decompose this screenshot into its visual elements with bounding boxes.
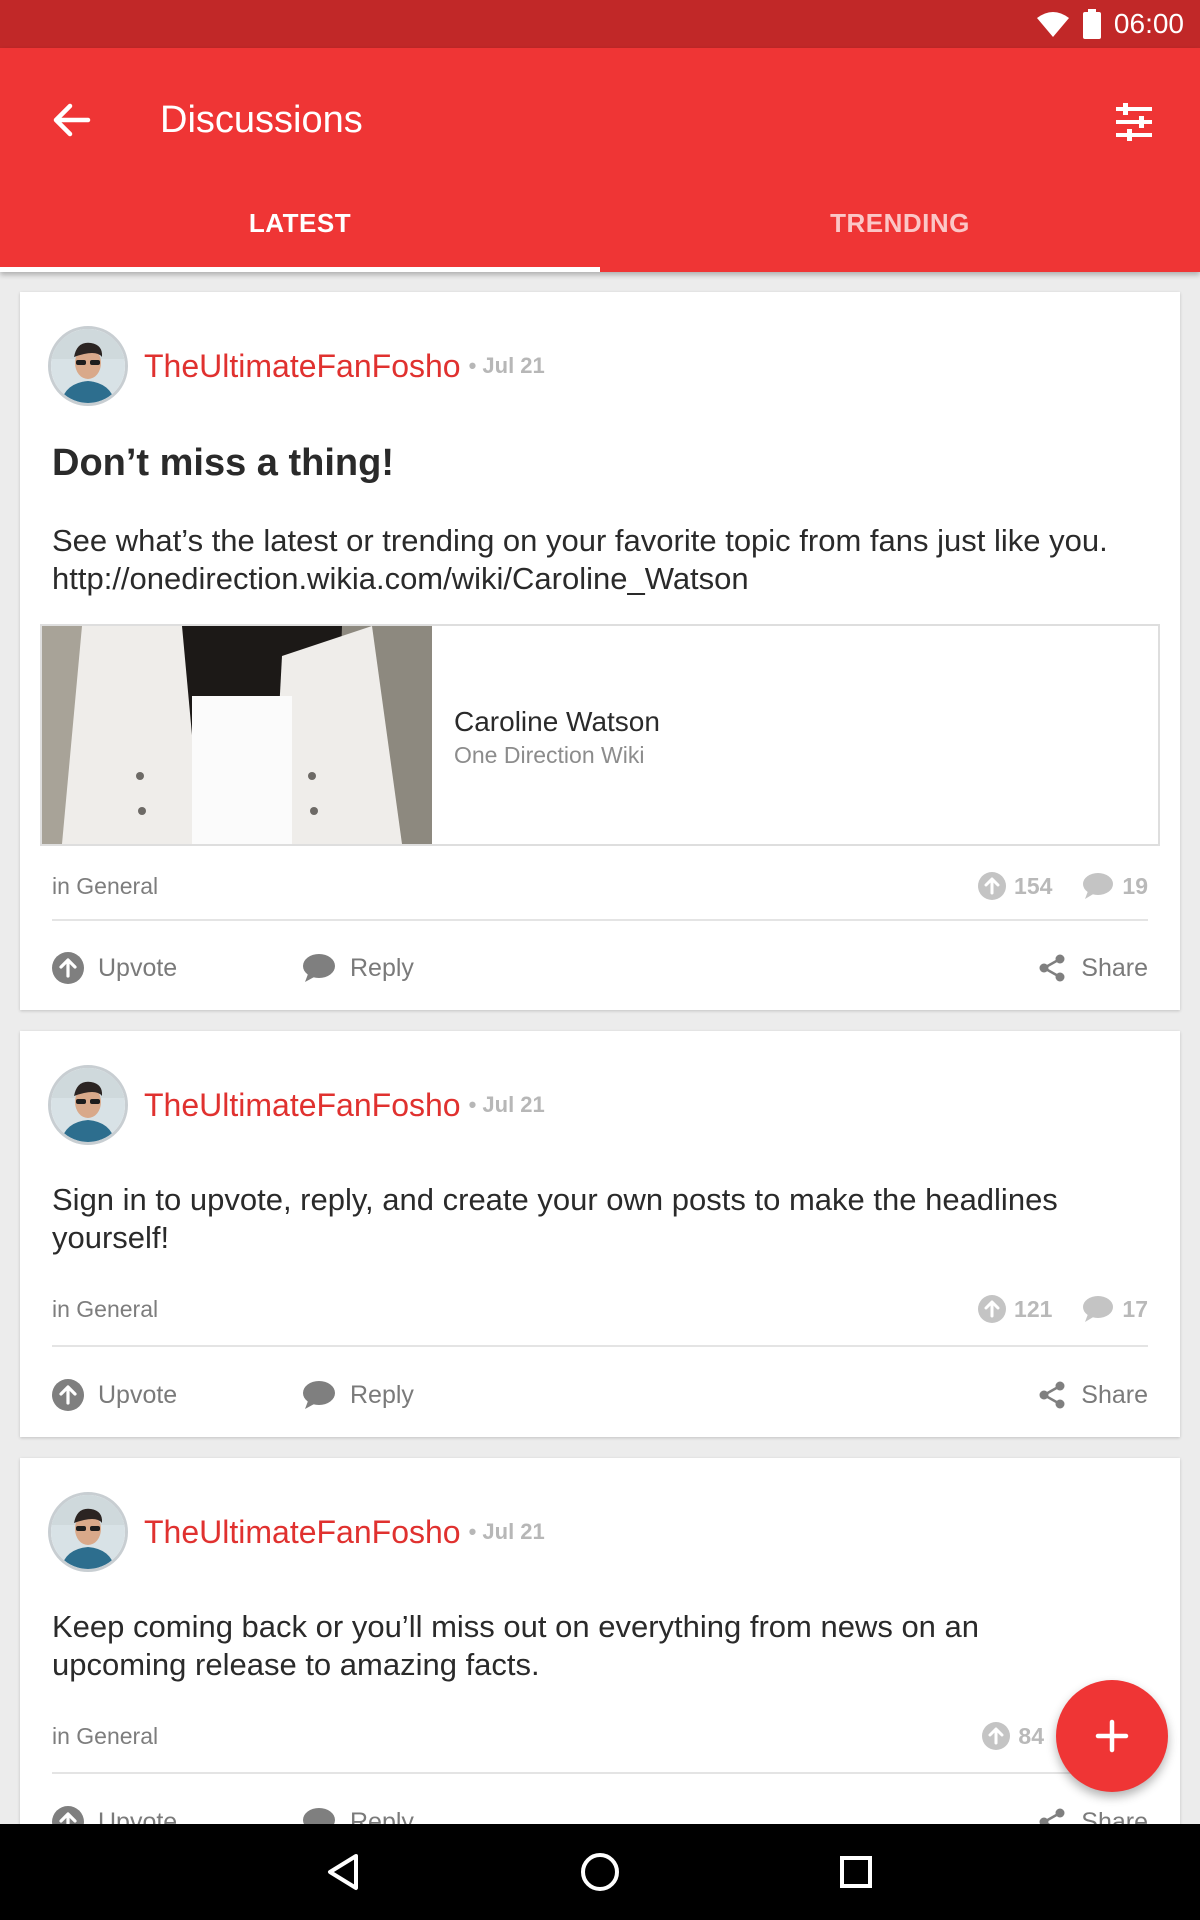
avatar[interactable] <box>48 326 128 406</box>
post-body-link[interactable]: http://onedirection.wikia.com/wiki/Carol… <box>52 560 1152 598</box>
comment-icon <box>303 1381 335 1409</box>
comment-small-icon <box>1083 873 1114 899</box>
post-date: • Jul 21 <box>468 353 545 378</box>
system-nav-bar <box>0 1824 1200 1920</box>
post-body-line: Sign in to upvote, reply, and create you… <box>52 1182 1058 1217</box>
reply-button[interactable]: Reply <box>302 943 414 993</box>
comment-icon <box>303 954 335 982</box>
upvote-button[interactable]: Upvote <box>52 943 177 993</box>
upvote-count: 154 <box>978 872 1052 900</box>
link-preview-title: Caroline Watson <box>454 706 660 737</box>
author-name[interactable]: TheUltimateFanFosho <box>144 1087 461 1124</box>
reply-button[interactable]: Reply <box>302 1370 414 1420</box>
post-actions: Upvote Reply Share <box>52 1370 1148 1420</box>
comment-count: 17 <box>1082 1295 1148 1323</box>
plus-icon <box>1095 1719 1129 1753</box>
upvote-icon <box>52 952 84 984</box>
post-body: Sign in to upvote, reply, and create you… <box>52 1181 1152 1257</box>
post-card[interactable]: TheUltimateFanFosho • Jul 21 Don’t miss … <box>20 292 1180 1010</box>
post-author-row: TheUltimateFanFosho • Jul 21 <box>48 1492 545 1572</box>
avatar[interactable] <box>48 1065 128 1145</box>
tab-latest[interactable]: LATEST <box>0 200 600 272</box>
post-category[interactable]: in General <box>52 1296 948 1323</box>
upvote-small-icon <box>978 1295 1007 1323</box>
upvote-count: 84 <box>982 1722 1044 1750</box>
arrow-back-icon[interactable] <box>44 92 100 148</box>
post-category[interactable]: in General <box>52 1723 952 1750</box>
post-meta-row: in General 121 17 <box>52 1289 1148 1329</box>
recents-square-icon[interactable] <box>826 1842 886 1902</box>
status-bar: 06:00 <box>0 0 1200 48</box>
wifi-icon <box>1036 10 1070 38</box>
post-body-line: See what’s the latest or trending on you… <box>52 523 1108 558</box>
author-name[interactable]: TheUltimateFanFosho <box>144 1514 461 1551</box>
battery-icon <box>1082 9 1102 39</box>
share-icon <box>1039 1381 1065 1409</box>
tab-bar: LATEST TRENDING <box>0 200 1200 272</box>
comment-count: 19 <box>1082 872 1148 900</box>
post-author-row: TheUltimateFanFosho • Jul 21 <box>48 326 545 406</box>
divider <box>52 1772 1148 1774</box>
share-button[interactable]: Share <box>1037 1370 1148 1420</box>
post-meta-row: in General 154 19 <box>52 866 1148 906</box>
link-preview-card[interactable]: Caroline Watson One Direction Wiki <box>40 624 1160 846</box>
upvote-count: 121 <box>978 1295 1052 1323</box>
upvote-button[interactable]: Upvote <box>52 1370 177 1420</box>
page-title: Discussions <box>160 99 363 141</box>
post-actions: Upvote Reply Share <box>52 943 1148 993</box>
post-date: • Jul 21 <box>468 1519 545 1544</box>
post-title: Don’t miss a thing! <box>52 442 394 484</box>
author-name[interactable]: TheUltimateFanFosho <box>144 348 461 385</box>
back-triangle-icon[interactable] <box>314 1842 374 1902</box>
upvote-icon <box>52 1379 84 1411</box>
post-body-line: yourself! <box>52 1220 170 1255</box>
post-body-line: Keep coming back or you’ll miss out on e… <box>52 1609 980 1644</box>
tab-trending[interactable]: TRENDING <box>600 200 1200 272</box>
post-body: Keep coming back or you’ll miss out on e… <box>52 1608 1152 1684</box>
tune-sliders-icon[interactable] <box>1102 90 1166 154</box>
post-date: • Jul 21 <box>468 1092 545 1117</box>
post-body-line: upcoming release to amazing facts. <box>52 1647 540 1682</box>
upvote-small-icon <box>978 872 1007 900</box>
post-card[interactable]: TheUltimateFanFosho • Jul 21 Sign in to … <box>20 1031 1180 1437</box>
home-circle-icon[interactable] <box>570 1842 630 1902</box>
divider <box>52 1345 1148 1347</box>
avatar[interactable] <box>48 1492 128 1572</box>
divider <box>52 919 1148 921</box>
post-author-row: TheUltimateFanFosho • Jul 21 <box>48 1065 545 1145</box>
post-body: See what’s the latest or trending on you… <box>52 522 1152 598</box>
share-icon <box>1039 954 1065 982</box>
app-bar: Discussions LATEST TRENDING <box>0 48 1200 272</box>
comment-small-icon <box>1083 1296 1114 1322</box>
link-preview-source: One Direction Wiki <box>454 742 645 768</box>
upvote-small-icon <box>982 1722 1011 1750</box>
link-preview-image <box>42 626 432 844</box>
post-card[interactable]: TheUltimateFanFosho • Jul 21 Keep coming… <box>20 1458 1180 1878</box>
new-post-button[interactable] <box>1056 1680 1168 1792</box>
share-button[interactable]: Share <box>1037 943 1148 993</box>
post-category[interactable]: in General <box>52 873 948 900</box>
status-time: 06:00 <box>1113 8 1184 39</box>
post-meta-row: in General 84 <box>52 1716 1148 1756</box>
